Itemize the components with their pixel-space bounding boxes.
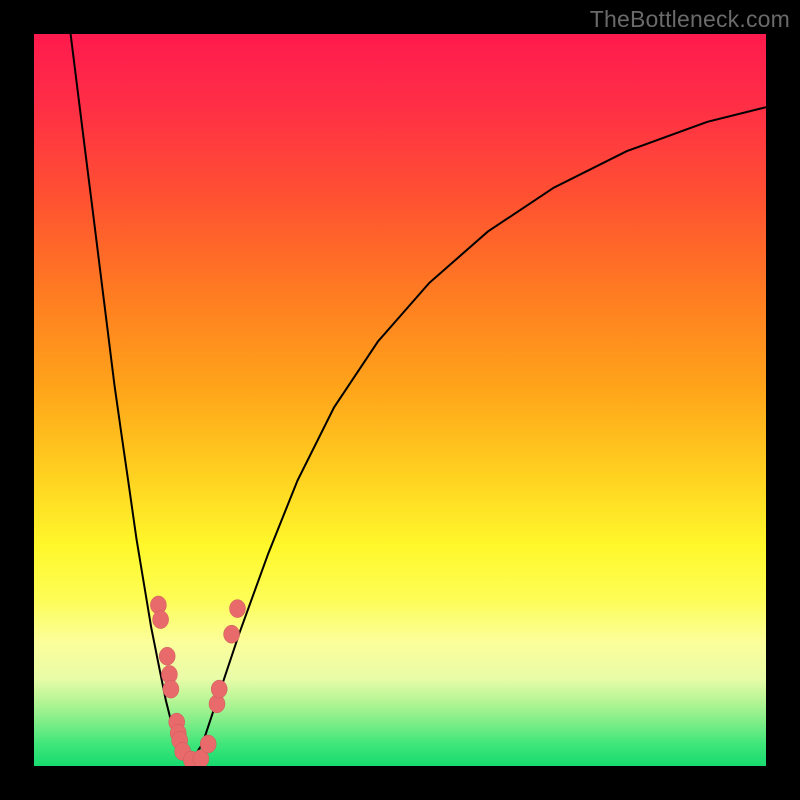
marker-point [200,735,216,753]
watermark-text: TheBottleneck.com [590,6,790,33]
chart-frame: TheBottleneck.com [0,0,800,800]
plot-area [34,34,766,766]
marker-point [224,625,240,643]
data-markers [150,596,245,766]
curve-right-branch [188,107,766,766]
marker-point [163,680,179,698]
right-branch-path [188,107,766,766]
marker-point [153,611,169,629]
marker-point [230,600,246,618]
curve-overlay [34,34,766,766]
marker-point [211,680,227,698]
marker-point [159,647,175,665]
